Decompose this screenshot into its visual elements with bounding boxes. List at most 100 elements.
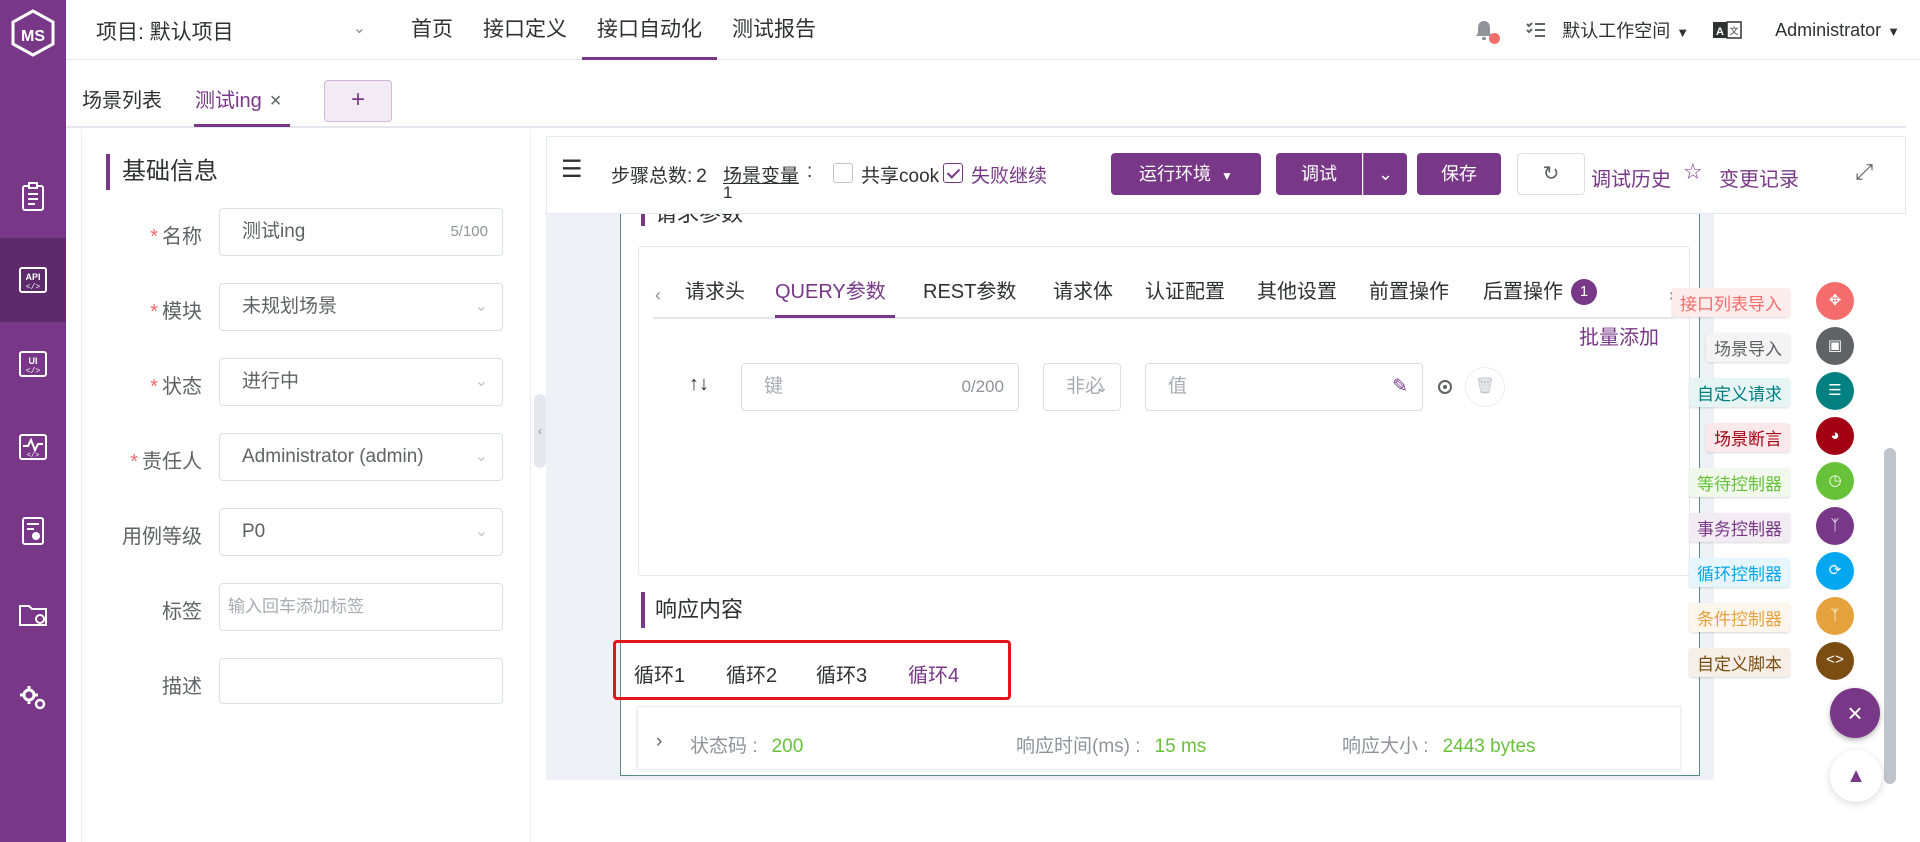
gear-icon[interactable] [1435, 377, 1455, 397]
step-scenario-assert[interactable]: 场景断言 ◕ [1680, 417, 1870, 457]
debug-dropdown[interactable]: ⌄ [1363, 153, 1407, 195]
settings-icon [20, 686, 46, 710]
key-input[interactable]: 键 0/200 [741, 363, 1019, 411]
step-scenario-import[interactable]: 场景导入 ▣ [1680, 327, 1870, 367]
close-icon[interactable]: × [270, 90, 282, 112]
back-to-top-button[interactable]: ▲ [1830, 750, 1882, 802]
chevron-down-icon: ⌄ [474, 373, 488, 390]
workspace-select[interactable]: 默认工作空间 ▼ [1562, 17, 1689, 43]
basic-info-title: 基础信息 [106, 154, 218, 190]
caret-down-icon: ▼ [1221, 169, 1233, 183]
chevron-down-icon: ⌄ [474, 298, 488, 315]
tab-post[interactable]: 后置操作 1 [1483, 275, 1597, 305]
chevron-down-icon: ⌄ [1096, 379, 1108, 395]
tab-loop-3[interactable]: 循环3 [816, 659, 867, 688]
step-loop-controller[interactable]: 循环控制器 ⟳ [1680, 552, 1870, 592]
scenario-variable-link[interactable]: 场景变量 [723, 161, 799, 188]
ms-logo[interactable]: MS [8, 8, 58, 58]
debug-button[interactable]: 调试 [1276, 153, 1362, 195]
menu-icon[interactable]: ☰ [561, 155, 583, 184]
star-icon[interactable]: ☆ [1683, 159, 1703, 185]
response-status-row[interactable]: › 状态码 :200 响应时间(ms) :15 ms 响应大小 :2443 by… [637, 706, 1681, 770]
response-size: 响应大小 :2443 bytes [1342, 736, 1536, 757]
sidebar-item-report[interactable] [0, 489, 66, 573]
edit-icon[interactable]: ✎ [1392, 364, 1408, 410]
env-button[interactable]: 运行环境 ▼ [1111, 153, 1261, 195]
tab-loop-1[interactable]: 循环1 [634, 659, 685, 688]
notification-bell[interactable] [1472, 18, 1501, 44]
tab-query[interactable]: QUERY参数 [775, 275, 886, 304]
step-if-controller[interactable]: 条件控制器 ᛉ [1680, 597, 1870, 637]
sidebar-item-ui[interactable]: UI </> [0, 322, 66, 406]
tab-auth[interactable]: 认证配置 [1145, 275, 1225, 304]
step-transaction-controller[interactable]: 事务控制器 ᛉ [1680, 507, 1870, 547]
tab-pre[interactable]: 前置操作 [1369, 275, 1449, 304]
task-list-icon[interactable] [1524, 18, 1548, 42]
required-select[interactable]: 非必 ⌄ [1043, 363, 1121, 411]
module-select[interactable]: 未规划场景 ⌄ [219, 283, 503, 331]
svg-text:UI: UI [29, 356, 38, 366]
step-api-import[interactable]: 接口列表导入 ✥ [1672, 282, 1870, 322]
project-select-label: 项目: 默认项目 [96, 21, 234, 44]
tab-scenario-list[interactable]: 场景列表 [82, 84, 162, 113]
tab-loop-4[interactable]: 循环4 [908, 659, 959, 688]
status-select[interactable]: 进行中 ⌄ [219, 358, 503, 406]
svg-text:</>: </> [26, 283, 41, 292]
tab-active-indicator [194, 124, 290, 127]
fail-continue-checkbox[interactable] [943, 163, 963, 183]
char-count: 5/100 [450, 223, 488, 240]
nav-test-report[interactable]: 测试报告 [717, 0, 831, 60]
batch-add-link[interactable]: 批量添加 [1579, 321, 1659, 350]
tab-headers[interactable]: 请求头 [685, 275, 745, 304]
main-nav: 首页 接口定义 接口自动化 测试报告 [396, 0, 831, 60]
debug-history-link[interactable]: 调试历史 [1591, 163, 1671, 192]
form-row-tags: 标签 输入回车添加标签 [82, 583, 532, 631]
close-palette-button[interactable]: × [1830, 688, 1880, 738]
char-count: 0/200 [961, 377, 1004, 396]
save-button[interactable]: 保存 [1417, 153, 1501, 195]
nav-home[interactable]: 首页 [396, 0, 468, 60]
svg-text:A: A [1716, 26, 1724, 38]
change-record-link[interactable]: 变更记录 [1719, 163, 1799, 192]
nav-api-automation[interactable]: 接口自动化 [582, 0, 717, 60]
delete-button[interactable]: 🗑 [1465, 367, 1505, 407]
name-input[interactable]: 测试ing 5/100 [219, 208, 503, 256]
tab-loop-2[interactable]: 循环2 [726, 659, 777, 688]
vertical-scrollbar[interactable] [1884, 448, 1896, 784]
notification-dot [1489, 33, 1501, 44]
tab-body[interactable]: 请求体 [1053, 275, 1113, 304]
tab-testing[interactable]: 测试ing × [195, 84, 281, 113]
step-custom-script[interactable]: 自定义脚本 <> [1680, 642, 1870, 682]
sidebar-item-settings[interactable] [0, 656, 66, 740]
add-tab-button[interactable]: + [324, 80, 392, 122]
description-textarea[interactable] [219, 658, 503, 704]
tab-other[interactable]: 其他设置 [1257, 275, 1337, 304]
form-row-owner: * 责任人 Administrator (admin) ⌄ [82, 433, 532, 481]
fullscreen-icon[interactable]: ⤢ [1855, 159, 1873, 185]
refresh-button[interactable]: ↻ [1517, 153, 1585, 195]
field-label: * 名称 [150, 226, 202, 248]
step-wait-controller[interactable]: 等待控制器 ◷ [1680, 462, 1870, 502]
ui-icon: UI</> [19, 351, 47, 377]
sidebar-item-track[interactable] [0, 155, 66, 239]
clipboard-icon [22, 182, 44, 211]
sidebar-item-performance[interactable]: </> [0, 405, 66, 489]
language-icon[interactable]: A文 [1713, 20, 1743, 40]
tags-input[interactable]: 输入回车添加标签 [219, 583, 503, 631]
level-select[interactable]: P0 ⌄ [219, 508, 503, 556]
sidebar-item-api[interactable]: API </> [0, 238, 66, 322]
project-select[interactable]: 项目: 默认项目 ⌄ [96, 16, 366, 46]
form-row-module: * 模块 未规划场景 ⌄ [82, 283, 532, 331]
sidebar-item-project[interactable] [0, 572, 66, 656]
field-label: * 状态 [150, 376, 202, 398]
nav-api-definition[interactable]: 接口定义 [468, 0, 582, 60]
chevron-right-icon: › [656, 731, 663, 752]
sort-arrows-icon[interactable]: ↑↓ [689, 373, 709, 396]
owner-select[interactable]: Administrator (admin) ⌄ [219, 433, 503, 481]
panel-collapse-handle[interactable]: ‹ [534, 394, 546, 468]
value-input[interactable]: 值 ✎ [1145, 363, 1423, 411]
tab-rest[interactable]: REST参数 [923, 275, 1016, 304]
step-custom-request[interactable]: 自定义请求 ☰ [1680, 372, 1870, 412]
user-menu[interactable]: Administrator ▼ [1775, 20, 1900, 41]
share-cookie-checkbox[interactable] [833, 163, 853, 183]
